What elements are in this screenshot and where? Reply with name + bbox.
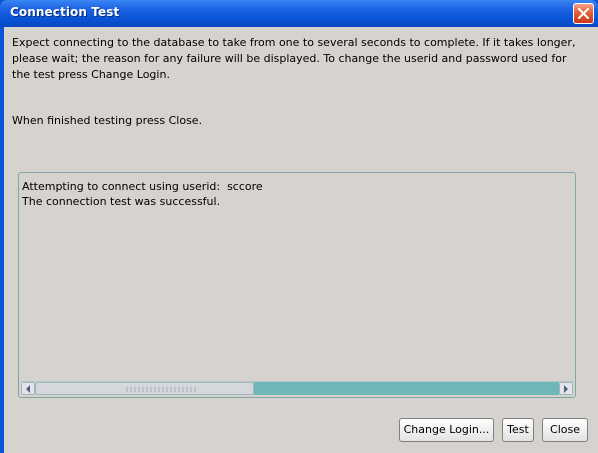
- scroll-left-arrow-icon[interactable]: [21, 382, 35, 395]
- log-line: Attempting to connect using userid: scco…: [22, 180, 263, 193]
- close-button[interactable]: Close: [542, 418, 588, 442]
- connection-log[interactable]: Attempting to connect using userid: scco…: [18, 172, 576, 398]
- dialog-body: Expect connecting to the database to tak…: [4, 27, 598, 453]
- close-instructions-text: When finished testing press Close.: [12, 114, 203, 127]
- horizontal-scrollbar[interactable]: [21, 381, 573, 395]
- connection-test-window: Connection Test Expect connecting to the…: [0, 0, 598, 453]
- test-button[interactable]: Test: [502, 418, 534, 442]
- change-login-button[interactable]: Change Login...: [399, 418, 494, 442]
- title-bar[interactable]: Connection Test: [0, 0, 598, 27]
- scroll-track[interactable]: [254, 382, 559, 395]
- instructions-text: Expect connecting to the database to tak…: [12, 36, 576, 81]
- window-title: Connection Test: [10, 5, 120, 19]
- scroll-right-arrow-icon[interactable]: [559, 382, 573, 395]
- close-icon[interactable]: [573, 3, 594, 24]
- log-line: The connection test was successful.: [22, 195, 221, 208]
- scroll-grip-icon: [126, 387, 196, 392]
- scroll-thumb[interactable]: [35, 382, 254, 395]
